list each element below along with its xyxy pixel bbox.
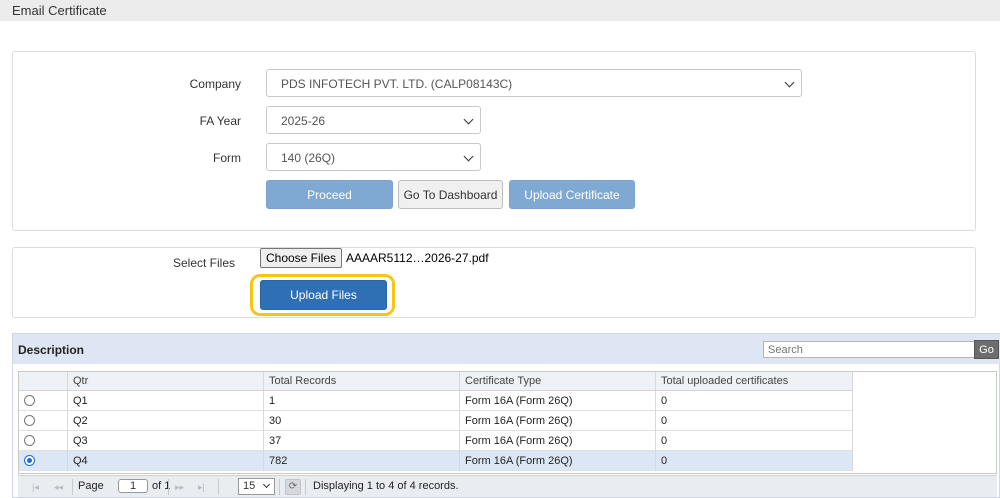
pager-separator: [168, 479, 169, 495]
row-radio[interactable]: [24, 435, 35, 446]
upload-certificate-button[interactable]: Upload Certificate: [509, 180, 635, 209]
table-row[interactable]: Q2 30 Form 16A (Form 26Q) 0: [19, 411, 852, 431]
grid-table: Qtr Total Records Certificate Type Total…: [18, 371, 997, 474]
column-header-total-uploaded[interactable]: Total uploaded certificates: [661, 375, 788, 387]
cell-total-records: 30: [269, 415, 282, 427]
page-size-value: 15: [243, 480, 256, 492]
proceed-button[interactable]: Proceed: [266, 180, 393, 209]
form-select-value: 140 (26Q): [281, 151, 336, 165]
cell-total-records: 782: [269, 455, 288, 467]
cell-total-uploaded: 0: [661, 455, 668, 467]
last-page-icon[interactable]: ▸|: [198, 482, 205, 493]
company-select-value: PDS INFOTECH PVT. LTD. (CALP08143C): [281, 77, 513, 91]
page-size-select[interactable]: 15: [238, 478, 275, 495]
page-title: Email Certificate: [12, 3, 107, 18]
column-divider: [67, 372, 68, 471]
cell-certificate-type: Form 16A (Form 26Q): [465, 395, 573, 407]
row-radio-selected[interactable]: [24, 455, 35, 466]
cell-qtr: Q2: [73, 415, 88, 427]
column-divider: [459, 372, 460, 471]
go-to-dashboard-button[interactable]: Go To Dashboard: [398, 180, 503, 209]
table-row[interactable]: Q1 1 Form 16A (Form 26Q) 0: [19, 391, 852, 411]
prev-page-icon[interactable]: ◂◂: [54, 482, 63, 493]
refresh-icon[interactable]: ⟳: [285, 479, 301, 495]
cell-total-records: 37: [269, 435, 282, 447]
upload-files-button[interactable]: Upload Files: [260, 280, 387, 310]
row-radio[interactable]: [24, 415, 35, 426]
pager-separator: [279, 479, 280, 495]
chevron-down-icon: [463, 151, 474, 162]
column-divider: [852, 372, 853, 471]
company-select[interactable]: PDS INFOTECH PVT. LTD. (CALP08143C): [266, 69, 802, 97]
cell-total-records: 1: [269, 395, 276, 407]
cell-qtr: Q4: [73, 455, 88, 467]
chevron-down-icon: [262, 480, 271, 489]
pager: |◂ ◂◂ Page 1 of 1 ▸▸ ▸| 15 ⟳ Displaying …: [18, 475, 997, 497]
column-divider: [655, 372, 656, 471]
pager-status: Displaying 1 to 4 of 4 records.: [313, 480, 459, 492]
select-files-label: Select Files: [172, 256, 235, 270]
pager-separator: [72, 479, 73, 495]
fa-year-select-value: 2025-26: [281, 114, 326, 128]
column-header-certificate-type[interactable]: Certificate Type: [465, 375, 541, 387]
table-row-selected[interactable]: Q4 782 Form 16A (Form 26Q) 0: [19, 451, 852, 471]
column-divider: [263, 372, 264, 471]
table-row[interactable]: Q3 37 Form 16A (Form 26Q) 0: [19, 431, 852, 451]
first-page-icon[interactable]: |◂: [32, 482, 39, 493]
fa-year-label: FA Year: [199, 114, 241, 128]
row-radio[interactable]: [24, 395, 35, 406]
pager-separator: [218, 479, 219, 495]
cell-certificate-type: Form 16A (Form 26Q): [465, 415, 573, 427]
page-label: Page: [78, 480, 104, 492]
cell-total-uploaded: 0: [661, 415, 668, 427]
form-label: Form: [213, 151, 241, 165]
company-label: Company: [189, 77, 241, 91]
cell-qtr: Q1: [73, 395, 88, 407]
cell-total-uploaded: 0: [661, 395, 668, 407]
cell-certificate-type: Form 16A (Form 26Q): [465, 455, 573, 467]
chevron-down-icon: [463, 114, 474, 125]
description-grid: Description Go Qtr Total Records Certifi…: [12, 333, 1000, 498]
page-number-input[interactable]: 1: [118, 479, 148, 493]
email-certificate-page: Email Certificate Company PDS INFOTECH P…: [0, 0, 1000, 498]
grid-title: Description: [18, 343, 85, 357]
next-page-icon[interactable]: ▸▸: [175, 482, 184, 493]
form-select[interactable]: 140 (26Q): [266, 143, 481, 171]
column-header-total-records[interactable]: Total Records: [269, 375, 336, 387]
cell-total-uploaded: 0: [661, 435, 668, 447]
search-go-button[interactable]: Go: [974, 340, 999, 359]
table-header-row: Qtr Total Records Certificate Type Total…: [19, 372, 852, 391]
chevron-down-icon: [784, 77, 795, 88]
grid-header: Description Go: [13, 334, 1000, 364]
pager-separator: [305, 479, 306, 495]
choose-files-button[interactable]: Choose Files: [260, 248, 342, 268]
cell-certificate-type: Form 16A (Form 26Q): [465, 435, 573, 447]
search-input[interactable]: [763, 341, 975, 358]
column-header-qtr[interactable]: Qtr: [73, 375, 88, 387]
cell-qtr: Q3: [73, 435, 88, 447]
selected-file-name: AAAAR5112…2026-27.pdf: [346, 251, 489, 265]
title-bar: Email Certificate: [0, 0, 1000, 21]
fa-year-select[interactable]: 2025-26: [266, 106, 481, 134]
